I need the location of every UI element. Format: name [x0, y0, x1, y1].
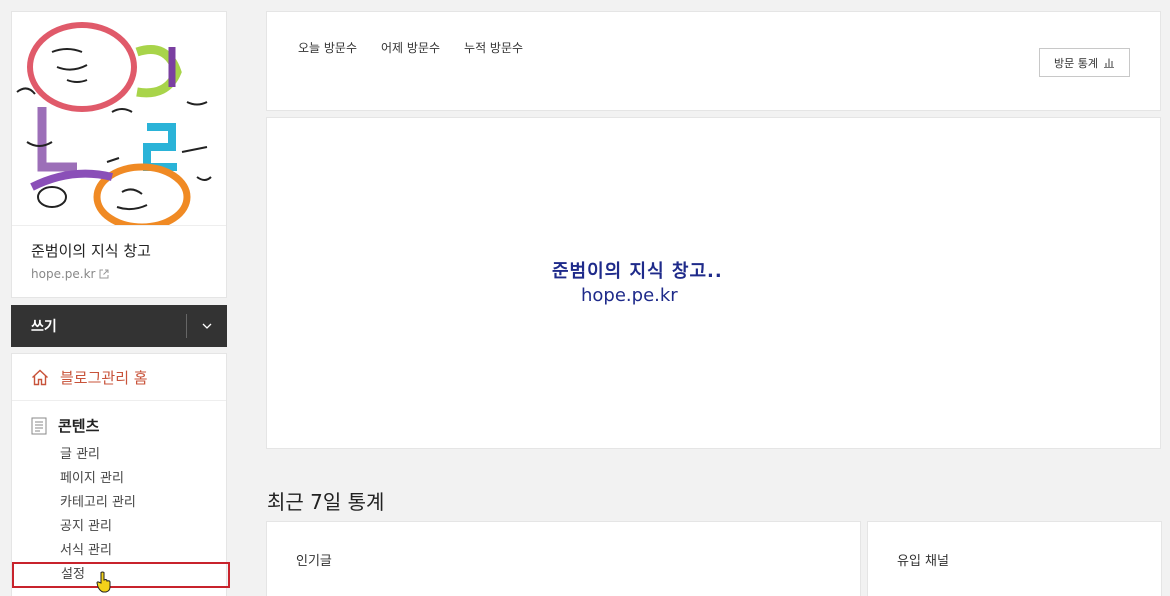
- chevron-down-icon: [202, 323, 212, 329]
- contents-submenu: 글 관리 페이지 관리 카테고리 관리 공지 관리 서식 관리 설정: [12, 443, 230, 593]
- menu-item-admin-home[interactable]: 블로그관리 홈: [12, 354, 226, 401]
- visit-stats-button[interactable]: 방문 통계: [1039, 48, 1130, 77]
- submenu-item-page-management[interactable]: 페이지 관리: [12, 467, 226, 491]
- blog-banner-panel: 준범이의 지식 창고.. hope.pe.kr: [266, 117, 1161, 449]
- inflow-channels-card: 유입 채널: [867, 521, 1162, 596]
- menu-item-admin-home-label: 블로그관리 홈: [60, 368, 148, 387]
- banner-blog-url: hope.pe.kr: [581, 285, 678, 306]
- recent-stats-title: 최근 7일 통계: [267, 490, 385, 514]
- submenu-item-post-management[interactable]: 글 관리: [12, 443, 226, 467]
- visit-stats-button-label: 방문 통계: [1054, 56, 1098, 70]
- menu-section-contents[interactable]: 콘텐츠: [12, 401, 226, 436]
- stat-yesterday-visits[interactable]: 어제 방문수: [381, 39, 440, 56]
- submenu-item-category-management[interactable]: 카테고리 관리: [12, 491, 226, 515]
- submenu-item-template-management[interactable]: 서식 관리: [12, 539, 226, 563]
- bar-chart-icon: [1103, 58, 1114, 68]
- popular-posts-title: 인기글: [296, 554, 332, 569]
- blog-profile-image[interactable]: [12, 12, 226, 226]
- submenu-item-settings-label: 설정: [61, 567, 85, 582]
- admin-menu: 블로그관리 홈 콘텐츠 글 관리 페이지 관리 카테고리 관리 공지 관리 서식…: [11, 353, 230, 596]
- blog-url[interactable]: hope.pe.kr: [31, 267, 95, 281]
- sidebar: 준범이의 지식 창고 hope.pe.kr 쓰기 블로그관리 홈 콘텐츠 글 관…: [11, 11, 230, 596]
- image-icon: [12, 12, 226, 225]
- banner-blog-title: 준범이의 지식 창고..: [552, 261, 723, 282]
- write-button[interactable]: 쓰기: [11, 316, 186, 336]
- external-link-icon: [99, 269, 109, 279]
- menu-section-contents-label: 콘텐츠: [58, 417, 100, 435]
- home-icon: [32, 369, 48, 385]
- blog-profile-card: 준범이의 지식 창고 hope.pe.kr: [11, 11, 227, 298]
- hand-cursor-icon: [96, 571, 111, 593]
- popular-posts-card: 인기글: [266, 521, 861, 596]
- visit-stats-tabs: 오늘 방문수 어제 방문수 누적 방문수: [298, 39, 523, 56]
- document-icon: [31, 417, 47, 434]
- inflow-channels-title: 유입 채널: [897, 554, 949, 569]
- blog-info: 준범이의 지식 창고 hope.pe.kr: [12, 226, 226, 297]
- stat-today-visits[interactable]: 오늘 방문수: [298, 39, 357, 56]
- submenu-item-notice-management[interactable]: 공지 관리: [12, 515, 226, 539]
- stat-total-visits[interactable]: 누적 방문수: [464, 39, 523, 56]
- submenu-item-settings[interactable]: 설정: [12, 562, 230, 593]
- write-bar: 쓰기: [11, 305, 227, 347]
- blog-name[interactable]: 준범이의 지식 창고: [31, 240, 207, 261]
- blog-url-row[interactable]: hope.pe.kr: [31, 267, 207, 281]
- visit-stats-panel: 오늘 방문수 어제 방문수 누적 방문수 방문 통계: [266, 11, 1161, 111]
- write-options-toggle[interactable]: [187, 305, 227, 347]
